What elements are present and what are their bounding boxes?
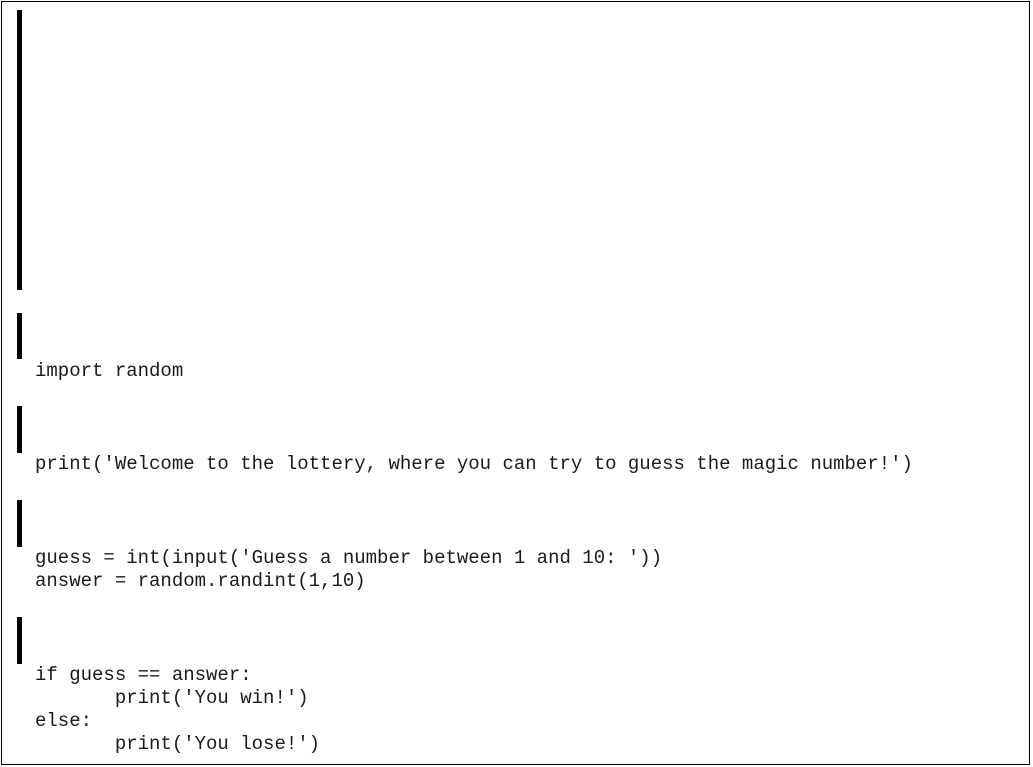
document-frame <box>1 1 1030 765</box>
code-line-answer-random: answer = random.randint(1,10) <box>35 570 366 592</box>
margin-bar-if <box>17 617 22 664</box>
code-line-print-lose: print('You lose!') <box>35 733 321 755</box>
margin-bar-top <box>17 10 22 290</box>
margin-bar-import <box>17 313 22 359</box>
margin-bar-print <box>17 406 22 453</box>
margin-bar-input <box>17 500 22 547</box>
code-line-guess-input: guess = int(input('Guess a number betwee… <box>35 547 663 569</box>
code-line-else: else: <box>35 710 93 732</box>
code-line-welcome-print: print('Welcome to the lottery, where you… <box>35 453 913 475</box>
code-line-if: if guess == answer: <box>35 664 252 686</box>
code-line-print-win: print('You win!') <box>35 687 309 709</box>
code-line-import: import random <box>35 360 184 382</box>
